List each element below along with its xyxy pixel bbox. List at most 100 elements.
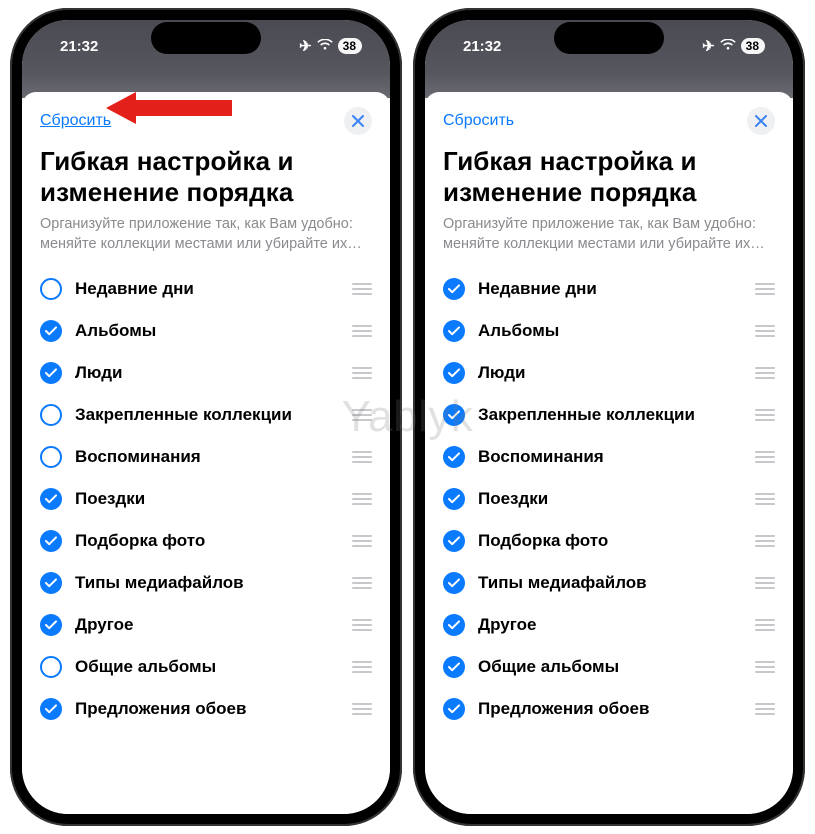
drag-handle-icon[interactable]	[352, 409, 372, 421]
phone-left: 21:32 ✈︎ 38 Сбросить Гибкая настройка и …	[10, 8, 402, 826]
list-item: Недавние дни	[443, 268, 775, 310]
list-item: Предложения обоев	[443, 688, 775, 730]
list-item: Другое	[40, 604, 372, 646]
checkbox[interactable]	[443, 404, 465, 426]
drag-handle-icon[interactable]	[755, 535, 775, 547]
list-item: Предложения обоев	[40, 688, 372, 730]
status-time: 21:32	[60, 38, 98, 55]
list-item: Типы медиафайлов	[443, 562, 775, 604]
drag-handle-icon[interactable]	[352, 577, 372, 589]
checkbox[interactable]	[40, 278, 62, 300]
checkbox[interactable]	[40, 656, 62, 678]
battery-indicator: 38	[741, 38, 765, 54]
drag-handle-icon[interactable]	[755, 451, 775, 463]
drag-handle-icon[interactable]	[352, 283, 372, 295]
checkbox[interactable]	[40, 404, 62, 426]
list-item-label: Поездки	[478, 489, 742, 509]
checkbox[interactable]	[443, 278, 465, 300]
list-item: Закрепленные коллекции	[443, 394, 775, 436]
checkbox[interactable]	[443, 656, 465, 678]
checkbox[interactable]	[443, 320, 465, 342]
sheet-header: Сбросить	[443, 106, 775, 136]
checkbox[interactable]	[443, 362, 465, 384]
list-item-label: Подборка фото	[478, 531, 742, 551]
close-icon	[755, 115, 767, 127]
list-item-label: Предложения обоев	[478, 699, 742, 719]
drag-handle-icon[interactable]	[352, 703, 372, 715]
checkbox[interactable]	[40, 488, 62, 510]
list-item: Люди	[40, 352, 372, 394]
list-item: Поездки	[40, 478, 372, 520]
list-item-label: Люди	[75, 363, 339, 383]
drag-handle-icon[interactable]	[755, 703, 775, 715]
checkbox[interactable]	[40, 446, 62, 468]
list-item-label: Поездки	[75, 489, 339, 509]
drag-handle-icon[interactable]	[352, 493, 372, 505]
checkbox[interactable]	[40, 320, 62, 342]
list-item: Поездки	[443, 478, 775, 520]
drag-handle-icon[interactable]	[755, 619, 775, 631]
list-item-label: Типы медиафайлов	[478, 573, 742, 593]
checkbox[interactable]	[443, 614, 465, 636]
list-item-label: Альбомы	[478, 321, 742, 341]
list-item: Общие альбомы	[40, 646, 372, 688]
drag-handle-icon[interactable]	[352, 661, 372, 673]
list-item: Закрепленные коллекции	[40, 394, 372, 436]
list-item: Общие альбомы	[443, 646, 775, 688]
drag-handle-icon[interactable]	[352, 325, 372, 337]
close-button[interactable]	[747, 107, 775, 135]
drag-handle-icon[interactable]	[352, 451, 372, 463]
list-item-label: Недавние дни	[478, 279, 742, 299]
list-item-label: Подборка фото	[75, 531, 339, 551]
reset-button[interactable]: Сбросить	[443, 112, 514, 130]
drag-handle-icon[interactable]	[755, 325, 775, 337]
checkbox[interactable]	[40, 362, 62, 384]
checkbox[interactable]	[443, 572, 465, 594]
drag-handle-icon[interactable]	[352, 535, 372, 547]
drag-handle-icon[interactable]	[755, 409, 775, 421]
list-item-label: Недавние дни	[75, 279, 339, 299]
phone-right: 21:32 ✈︎ 38 Сбросить Гибкая настройка и …	[413, 8, 805, 826]
drag-handle-icon[interactable]	[755, 577, 775, 589]
list-item: Типы медиафайлов	[40, 562, 372, 604]
list-item: Подборка фото	[40, 520, 372, 562]
checkbox[interactable]	[443, 698, 465, 720]
list-item-label: Общие альбомы	[478, 657, 742, 677]
annotation-arrow	[106, 90, 236, 126]
reset-button[interactable]: Сбросить	[40, 112, 111, 130]
list-item-label: Закрепленные коллекции	[478, 405, 742, 425]
drag-handle-icon[interactable]	[755, 661, 775, 673]
list-item-label: Другое	[75, 615, 339, 635]
sheet: Сбросить Гибкая настройка и изменение по…	[22, 92, 390, 814]
list-item: Подборка фото	[443, 520, 775, 562]
list-item-label: Типы медиафайлов	[75, 573, 339, 593]
close-button[interactable]	[344, 107, 372, 135]
list-item: Воспоминания	[40, 436, 372, 478]
airplane-icon: ✈︎	[299, 37, 312, 55]
wifi-icon	[317, 38, 333, 55]
status-time: 21:32	[463, 38, 501, 55]
list-item-label: Воспоминания	[478, 447, 742, 467]
drag-handle-icon[interactable]	[755, 367, 775, 379]
checkbox[interactable]	[443, 530, 465, 552]
checkbox[interactable]	[40, 530, 62, 552]
screen-right: 21:32 ✈︎ 38 Сбросить Гибкая настройка и …	[425, 20, 793, 814]
checkbox[interactable]	[40, 614, 62, 636]
checkbox[interactable]	[40, 572, 62, 594]
drag-handle-icon[interactable]	[352, 619, 372, 631]
list-item: Недавние дни	[40, 268, 372, 310]
drag-handle-icon[interactable]	[352, 367, 372, 379]
drag-handle-icon[interactable]	[755, 283, 775, 295]
dynamic-island	[554, 22, 664, 54]
close-icon	[352, 115, 364, 127]
checkbox[interactable]	[443, 488, 465, 510]
list-item: Воспоминания	[443, 436, 775, 478]
status-right: ✈︎ 38	[702, 37, 765, 55]
list-item-label: Люди	[478, 363, 742, 383]
screen-left: 21:32 ✈︎ 38 Сбросить Гибкая настройка и …	[22, 20, 390, 814]
drag-handle-icon[interactable]	[755, 493, 775, 505]
list-item-label: Предложения обоев	[75, 699, 339, 719]
battery-indicator: 38	[338, 38, 362, 54]
checkbox[interactable]	[40, 698, 62, 720]
checkbox[interactable]	[443, 446, 465, 468]
